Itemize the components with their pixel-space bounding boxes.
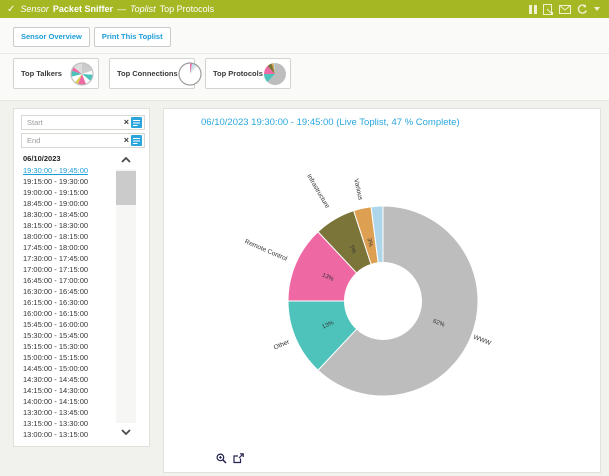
svg-text:Remote Control: Remote Control	[244, 238, 289, 263]
svg-text:Other: Other	[273, 338, 291, 351]
interval-item[interactable]: 17:45:00 - 18:00:00	[23, 242, 123, 253]
scrollbar-thumb[interactable]	[116, 171, 136, 205]
interval-list: 19:30:00 - 19:45:0019:15:00 - 19:30:0019…	[23, 165, 123, 440]
interval-item[interactable]: 16:30:00 - 16:45:00	[23, 286, 123, 297]
toolbar-strip: Sensor Overview Print This Toplist Top T…	[0, 18, 609, 101]
sensor-header-bar: ✓ Sensor Packet Sniffer — Toplist Top Pr…	[0, 0, 609, 18]
card-label: Top Talkers	[21, 69, 62, 78]
interval-item[interactable]: 13:15:00 - 13:30:00	[23, 418, 123, 429]
status-ok-check-icon: ✓	[7, 4, 15, 15]
end-calendar-icon[interactable]	[131, 135, 142, 146]
chevron-down-icon	[121, 429, 131, 435]
interval-item[interactable]: 15:15:00 - 15:30:00	[23, 341, 123, 352]
start-date-input[interactable]	[22, 118, 122, 127]
interval-item[interactable]: 15:45:00 - 16:00:00	[23, 319, 123, 330]
clear-end-icon[interactable]: ×	[122, 136, 131, 145]
chevron-up-icon	[121, 157, 131, 163]
zoom-chart-icon[interactable]	[216, 453, 227, 464]
interval-item[interactable]: 14:15:00 - 14:30:00	[23, 385, 123, 396]
start-calendar-icon[interactable]	[131, 117, 142, 128]
pause-icon[interactable]	[529, 5, 537, 14]
toplist-card-top-connections[interactable]: Top Connections	[109, 58, 195, 89]
svg-text:WWW: WWW	[472, 334, 492, 348]
svg-text:Infrastructure: Infrastructure	[305, 173, 331, 210]
interval-item[interactable]: 19:15:00 - 19:30:00	[23, 176, 123, 187]
interval-item[interactable]: 14:30:00 - 14:45:00	[23, 374, 123, 385]
toplist-card-top-protocols[interactable]: Top Protocols	[205, 58, 291, 89]
interval-item[interactable]: 14:00:00 - 14:15:00	[23, 396, 123, 407]
interval-item[interactable]: 16:15:00 - 16:30:00	[23, 297, 123, 308]
svg-text:Various: Various	[352, 178, 364, 201]
interval-item[interactable]: 15:30:00 - 15:45:00	[23, 330, 123, 341]
clear-start-icon[interactable]: ×	[122, 118, 131, 127]
report-document-icon[interactable]	[543, 4, 553, 15]
protocols-donut-chart[interactable]: 62%WWW13%Other13%Remote Control7%Infrast…	[164, 109, 600, 472]
sensor-overview-button[interactable]: Sensor Overview	[13, 27, 90, 47]
print-toplist-button[interactable]: Print This Toplist	[94, 27, 171, 47]
toplist-card-top-talkers[interactable]: Top Talkers	[13, 58, 99, 89]
end-date-input[interactable]	[22, 136, 122, 145]
interval-date-header: 06/10/2023	[23, 153, 123, 165]
top-connections-pie-icon	[178, 62, 202, 86]
interval-item[interactable]: 13:30:00 - 13:45:00	[23, 407, 123, 418]
interval-item[interactable]: 19:30:00 - 19:45:00	[23, 165, 123, 176]
interval-item[interactable]: 18:45:00 - 19:00:00	[23, 198, 123, 209]
interval-item[interactable]: 19:00:00 - 19:15:00	[23, 187, 123, 198]
header-dropdown-caret-icon[interactable]	[594, 7, 600, 11]
refresh-icon[interactable]	[577, 4, 588, 15]
interval-item[interactable]: 16:00:00 - 16:15:00	[23, 308, 123, 319]
card-label: Top Protocols	[213, 69, 263, 78]
toplist-name: Top Protocols	[160, 4, 215, 14]
interval-item[interactable]: 16:45:00 - 17:00:00	[23, 275, 123, 286]
interval-item[interactable]: 18:30:00 - 18:45:00	[23, 209, 123, 220]
top-protocols-pie-icon	[263, 62, 287, 86]
card-label: Top Connections	[117, 69, 178, 78]
sensor-breadcrumb-label: Sensor	[20, 4, 49, 14]
scroll-down-button[interactable]	[116, 423, 136, 441]
sensor-name[interactable]: Packet Sniffer	[53, 4, 113, 14]
interval-item[interactable]: 17:00:00 - 17:15:00	[23, 264, 123, 275]
interval-item[interactable]: 13:00:00 - 13:15:00	[23, 429, 123, 440]
toplist-chart-panel: 06/10/2023 19:30:00 - 19:45:00 (Live Top…	[163, 108, 601, 473]
interval-item[interactable]: 14:45:00 - 15:00:00	[23, 363, 123, 374]
interval-item[interactable]: 18:00:00 - 18:15:00	[23, 231, 123, 242]
toplist-breadcrumb-label: Toplist	[130, 4, 156, 14]
strip-divider	[0, 53, 609, 54]
open-in-new-window-icon[interactable]	[233, 453, 244, 464]
breadcrumb-separator: —	[117, 4, 126, 14]
email-icon[interactable]	[559, 5, 571, 14]
interval-list-scrollbar[interactable]	[116, 151, 136, 441]
interval-item[interactable]: 18:15:00 - 18:30:00	[23, 220, 123, 231]
toplist-sidebar: × × 06/10/2023 19:30:00 - 19:45:0019:15:…	[13, 108, 150, 447]
scroll-up-button[interactable]	[116, 151, 136, 169]
interval-item[interactable]: 15:00:00 - 15:15:00	[23, 352, 123, 363]
interval-item[interactable]: 17:30:00 - 17:45:00	[23, 253, 123, 264]
top-talkers-pie-icon	[70, 62, 94, 86]
